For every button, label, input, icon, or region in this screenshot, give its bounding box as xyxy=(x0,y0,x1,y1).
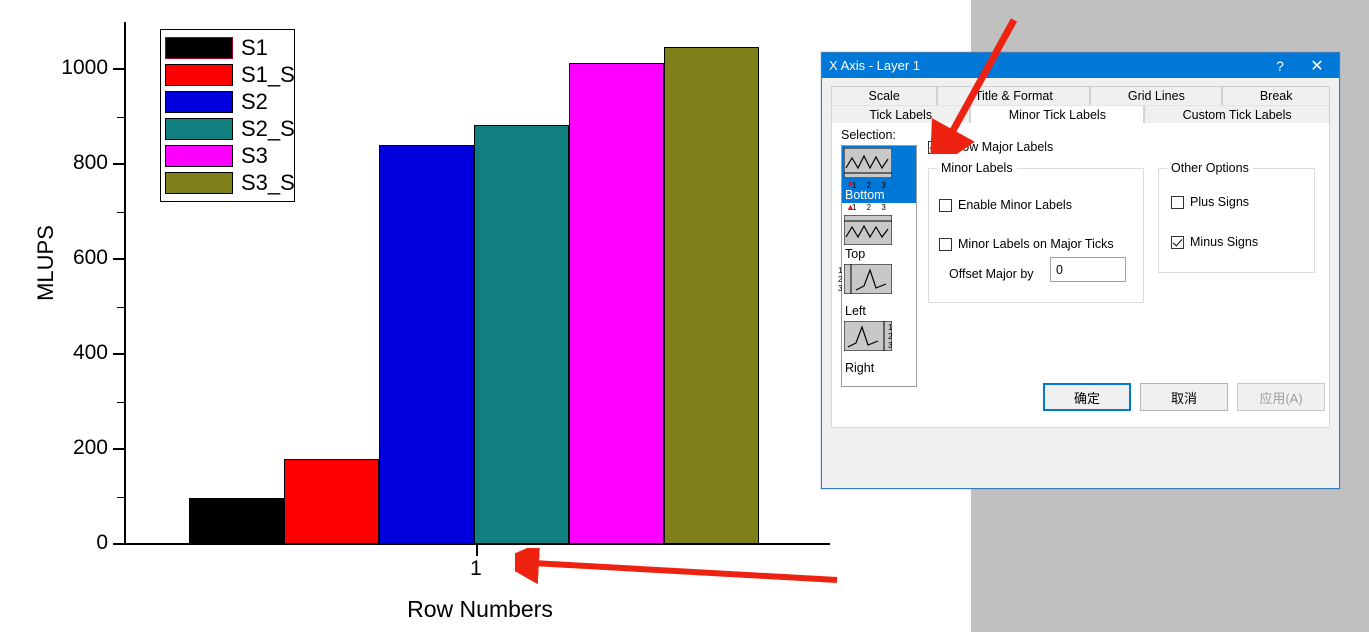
plus-signs-checkbox[interactable] xyxy=(1171,195,1184,209)
other-options-group-title: Other Options xyxy=(1167,161,1253,175)
tabstrip: Scale Title & Format Grid Lines Break Tick … xyxy=(831,86,1331,124)
minor-labels-on-major-ticks-row[interactable]: Minor Labels on Major Ticks xyxy=(939,237,1114,251)
offset-major-by-input[interactable] xyxy=(1050,257,1126,282)
y-axis-tick xyxy=(113,68,124,71)
y-axis-tick-label: 0 xyxy=(96,531,108,554)
bar-S1_S xyxy=(284,458,379,544)
legend-swatch xyxy=(165,171,233,194)
y-axis-minor-tick xyxy=(117,401,124,403)
y-axis-minor-tick xyxy=(117,116,124,118)
y-axis-minor-tick xyxy=(117,211,124,213)
tab-title-format[interactable]: Title & Format xyxy=(937,86,1091,105)
close-icon[interactable]: ✕ xyxy=(1295,53,1339,78)
selection-item-left[interactable]: 1 2 3 Left xyxy=(838,262,916,319)
legend-label: S2 xyxy=(241,88,268,114)
minor-labels-group-title: Minor Labels xyxy=(937,161,1017,175)
legend-swatch xyxy=(165,90,233,113)
y-axis-tick-label: 800 xyxy=(72,151,108,175)
minor-labels-group: Minor Labels Enable Minor Labels Minor L… xyxy=(928,161,1144,303)
other-options-group: Other Options Plus Signs Minus Signs xyxy=(1158,161,1315,273)
enable-minor-labels-row[interactable]: Enable Minor Labels xyxy=(939,198,1072,212)
legend-label: S2_S xyxy=(241,115,295,141)
bar-S3_S xyxy=(664,46,759,544)
selection-item-bottom[interactable]: 1 2 3 ▲ Bottom xyxy=(842,146,916,203)
legend-item: S3_S xyxy=(165,169,295,196)
minor-labels-on-major-ticks-label: Minor Labels on Major Ticks xyxy=(958,237,1114,251)
x-axis-tick-label: 1 xyxy=(470,557,482,580)
show-major-labels-checkbox[interactable] xyxy=(928,140,941,154)
minus-signs-row[interactable]: Minus Signs xyxy=(1171,235,1258,249)
dialog-footer: 确定 取消 应用(A) xyxy=(822,366,1339,428)
bottom-axis-icon: 1 2 3 ▲ xyxy=(843,147,894,190)
ok-button[interactable]: 确定 xyxy=(1043,383,1131,411)
help-icon[interactable]: ? xyxy=(1265,53,1295,78)
y-axis-minor-tick xyxy=(117,306,124,308)
tab-grid-lines[interactable]: Grid Lines xyxy=(1090,86,1223,105)
bar-S1 xyxy=(189,497,284,544)
bar-S3 xyxy=(569,63,664,544)
bar-S2 xyxy=(379,145,474,544)
y-axis-tick xyxy=(113,543,124,545)
legend-swatch xyxy=(165,117,233,140)
top-axis-icon: 1 2 3 ▲ xyxy=(843,202,894,247)
chart-legend: S1 S1_S S2 S2_S S3 S3_S xyxy=(160,29,295,202)
legend-label: S1_S xyxy=(241,61,295,87)
legend-swatch xyxy=(165,144,233,167)
legend-label: S3_S xyxy=(241,169,295,195)
left-axis-icon: 123 xyxy=(838,263,894,304)
y-axis-tick-label: 400 xyxy=(72,341,108,365)
legend-item: S2_S xyxy=(165,115,295,142)
x-axis-tick xyxy=(476,545,478,556)
legend-item: S2 xyxy=(165,88,290,115)
x-axis-dialog: X Axis - Layer 1 ? ✕ Scale Title & Format… xyxy=(821,52,1340,489)
y-axis-tick-label: 1000 xyxy=(61,56,108,80)
legend-swatch xyxy=(165,63,233,86)
dialog-title: X Axis - Layer 1 xyxy=(829,58,921,73)
tab-row-primary: Scale Title & Format Grid Lines Break xyxy=(831,86,1331,105)
selection-label: Selection: xyxy=(841,128,896,142)
legend-item: S3 xyxy=(165,142,290,169)
tab-custom-tick-labels[interactable]: Custom Tick Labels xyxy=(1144,105,1330,124)
tab-row-secondary: Tick Labels Minor Tick Labels Custom Tick … xyxy=(831,105,1330,124)
selection-item-label: Left xyxy=(845,304,866,318)
apply-button: 应用(A) xyxy=(1237,383,1325,411)
minor-labels-on-major-ticks-checkbox[interactable] xyxy=(939,237,952,251)
y-axis-tick xyxy=(113,353,124,356)
dialog-body: Scale Title & Format Grid Lines Break Tick … xyxy=(822,78,1339,428)
enable-minor-labels-label: Enable Minor Labels xyxy=(958,198,1072,212)
tab-break[interactable]: Break xyxy=(1222,86,1331,105)
y-axis-minor-tick xyxy=(117,496,124,498)
plus-signs-label: Plus Signs xyxy=(1190,195,1250,209)
legend-item: S1 xyxy=(165,34,290,61)
minus-signs-checkbox[interactable] xyxy=(1171,235,1184,249)
show-major-labels-label: Show Major Labels xyxy=(947,140,1054,154)
bar-S2_S xyxy=(474,124,569,544)
axis-selection-list[interactable]: 1 2 3 ▲ Bottom 1 2 3 ▲ Top 1 2 3 Left 1 2 3 Right xyxy=(838,145,917,387)
right-axis-icon: 123 xyxy=(843,320,894,361)
y-axis-tick-label: 200 xyxy=(72,436,108,460)
offset-major-by-label: Offset Major by xyxy=(949,267,1034,281)
tab-scale[interactable]: Scale xyxy=(831,86,938,105)
selection-item-top[interactable]: 1 2 3 ▲ Top xyxy=(842,202,916,262)
cancel-button[interactable]: 取消 xyxy=(1140,383,1228,411)
y-axis-title-text: MLUPS xyxy=(33,225,58,301)
minus-signs-label: Minus Signs xyxy=(1190,235,1259,249)
dialog-titlebar: X Axis - Layer 1 ? ✕ xyxy=(822,53,1339,78)
y-axis-tick xyxy=(113,163,124,166)
tab-minor-tick-labels[interactable]: Minor Tick Labels xyxy=(970,105,1145,124)
y-axis-tick xyxy=(113,258,124,261)
tab-tick-labels[interactable]: Tick Labels xyxy=(831,105,971,124)
x-axis-title: Row Numbers xyxy=(407,596,553,622)
selection-item-label: Bottom xyxy=(845,188,885,202)
legend-item: S1_S xyxy=(165,61,295,88)
plus-signs-row[interactable]: Plus Signs xyxy=(1171,195,1249,209)
legend-swatch xyxy=(165,36,233,59)
y-axis-tick xyxy=(113,448,124,451)
legend-label: S3 xyxy=(241,142,268,168)
enable-minor-labels-checkbox[interactable] xyxy=(939,198,952,212)
show-major-labels-row[interactable]: Show Major Labels xyxy=(928,140,1053,154)
legend-label: S1 xyxy=(241,34,268,60)
